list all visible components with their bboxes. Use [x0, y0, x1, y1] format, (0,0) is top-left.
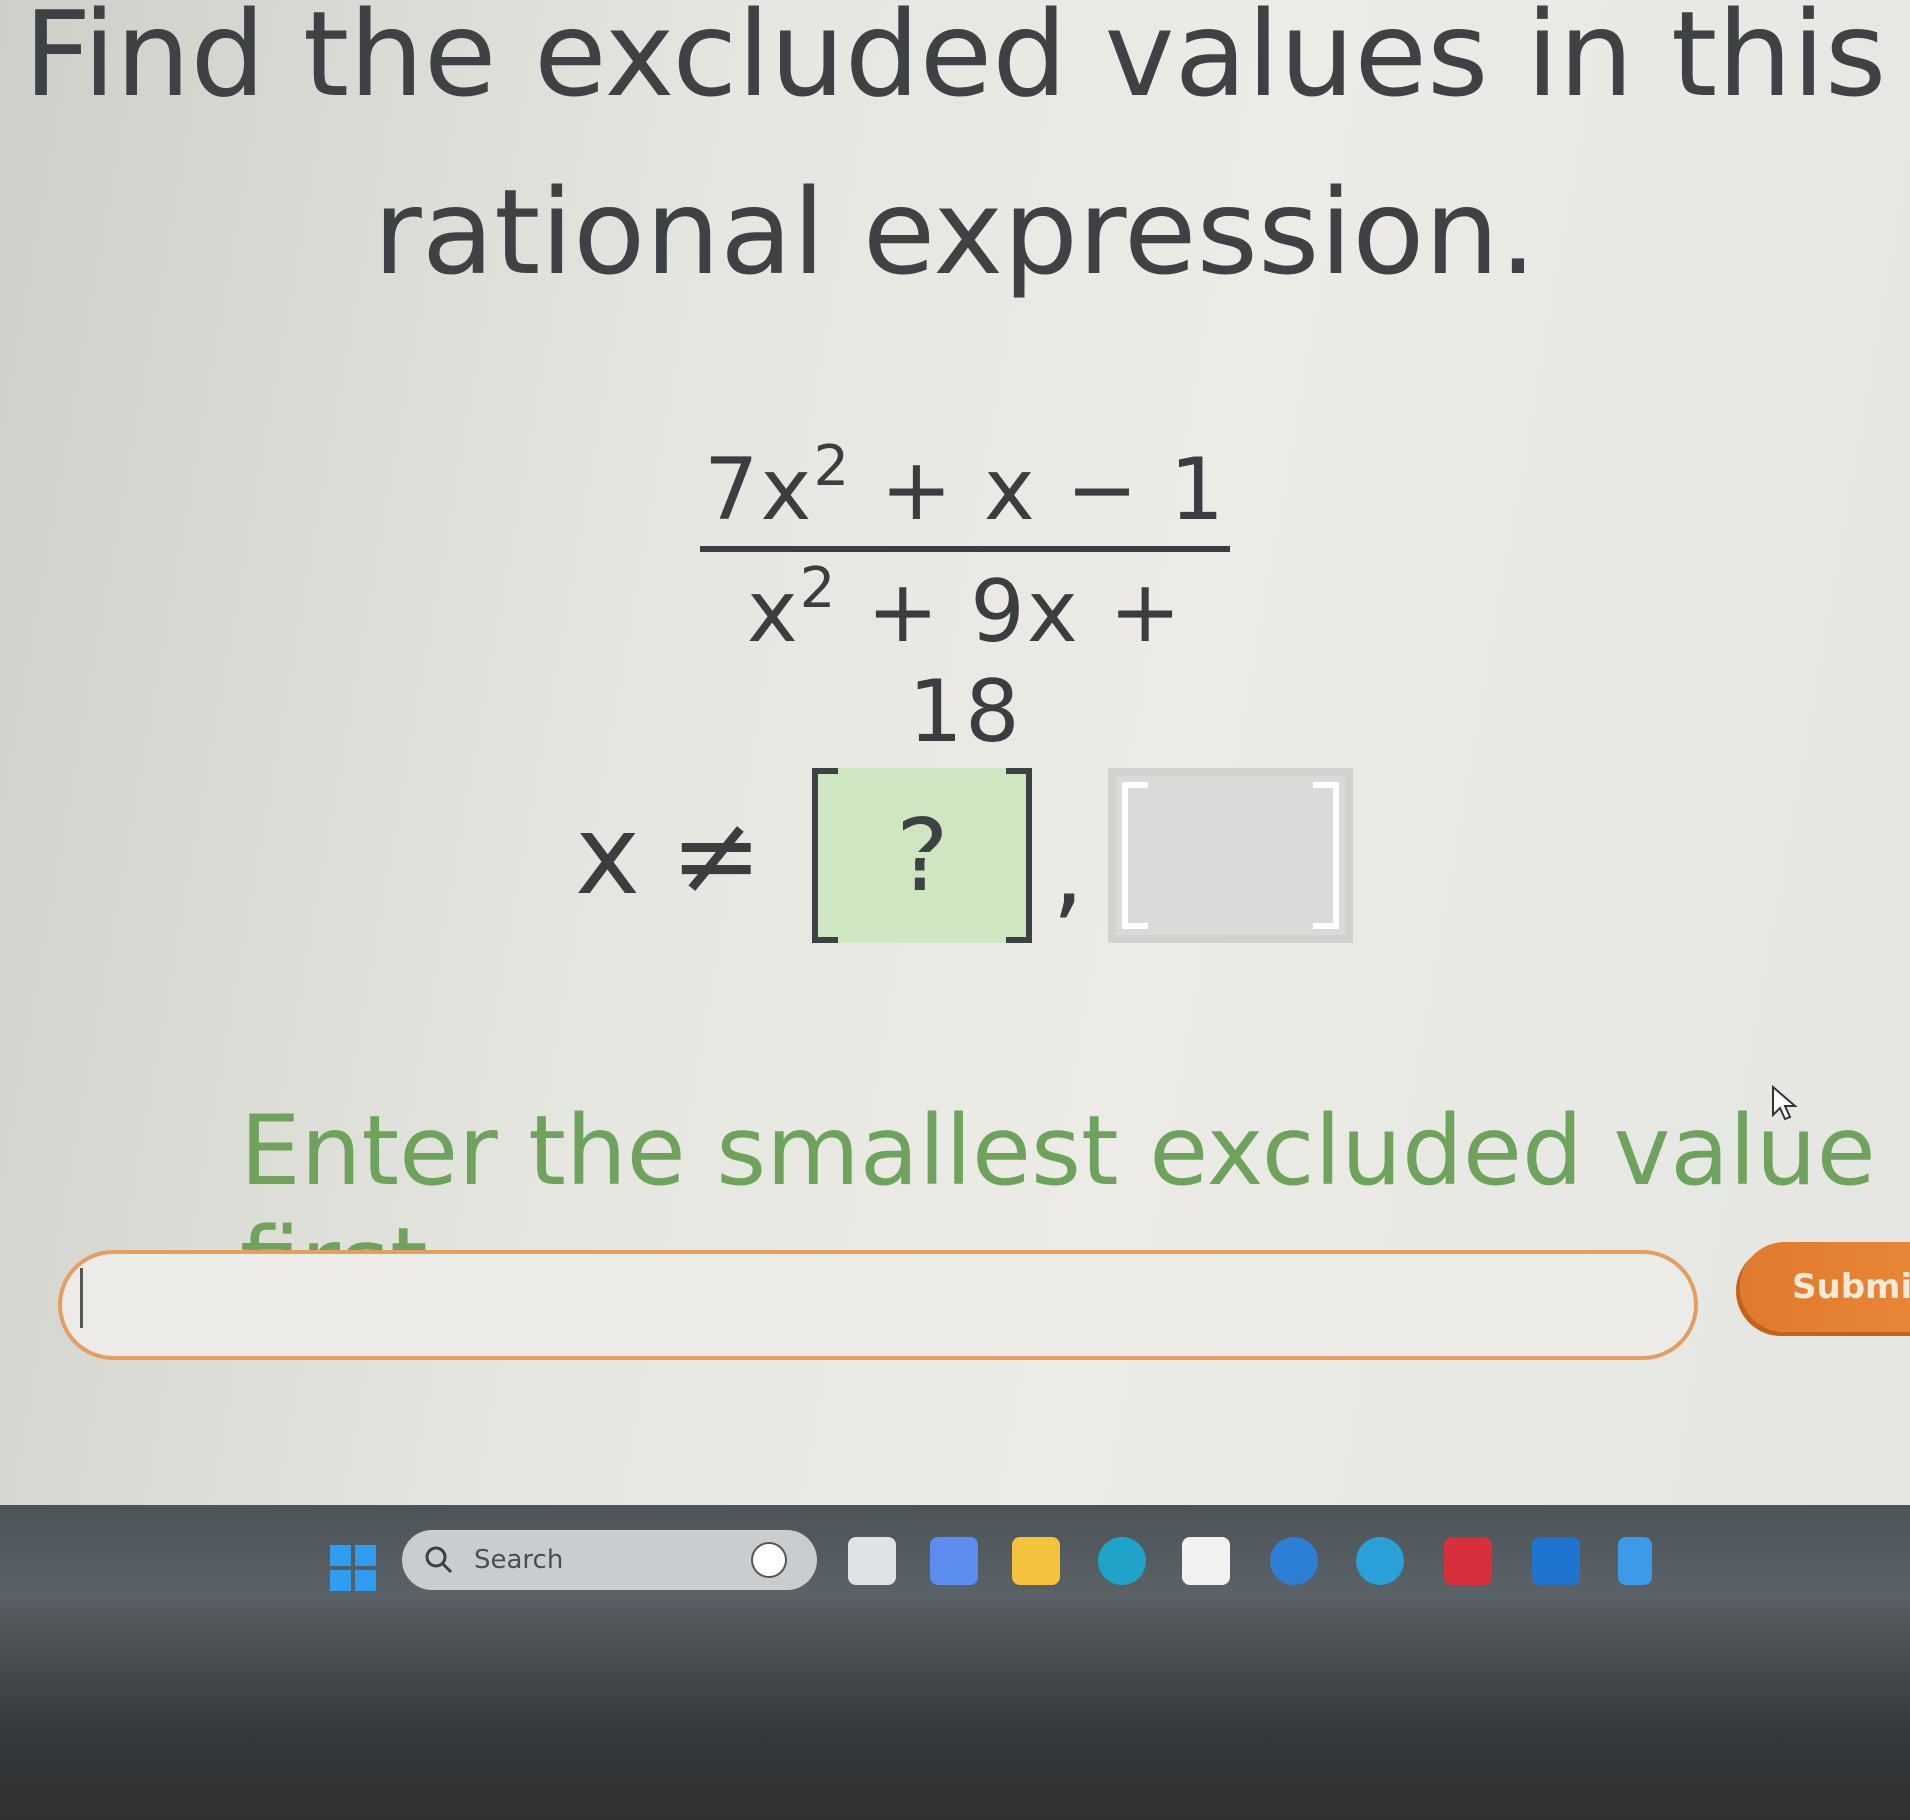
denominator-exponent: 2 — [799, 556, 838, 621]
copilot-icon[interactable] — [930, 1537, 978, 1585]
bracket-tick — [1006, 936, 1033, 943]
numerator-rest: + x − 1 — [851, 440, 1227, 540]
store-icon[interactable] — [1182, 1537, 1230, 1585]
fraction-bar — [700, 546, 1230, 552]
bracket-tick — [812, 767, 839, 774]
denominator-rest: + 9x + 18 — [837, 562, 1184, 762]
laptop-bezel — [0, 1600, 1910, 1820]
bracket-right — [1333, 781, 1340, 929]
start-icon[interactable] — [330, 1545, 376, 1591]
screen: Find the excluded values in this rationa… — [0, 0, 1910, 1505]
soccer-ball-icon — [751, 1542, 787, 1578]
search-icon — [424, 1545, 454, 1575]
bracket-tick — [1313, 922, 1340, 929]
task-view-icon[interactable] — [848, 1537, 896, 1585]
text-caret — [80, 1268, 83, 1328]
answer-slot-1[interactable]: ? — [812, 767, 1033, 943]
denominator: x2 + 9x + 18 — [700, 561, 1230, 763]
file-explorer-icon[interactable] — [1012, 1537, 1060, 1585]
hp-icon[interactable] — [1270, 1537, 1318, 1585]
pen-icon[interactable] — [1618, 1537, 1652, 1585]
bracket-tick — [1122, 781, 1149, 788]
denominator-term: x — [746, 562, 800, 662]
numerator: 7x2 + x − 1 — [700, 439, 1230, 541]
answer-input[interactable] — [58, 1250, 1698, 1360]
answer-row: x ≠ ? , — [575, 760, 1354, 950]
answer-slot-2[interactable] — [1108, 767, 1354, 943]
rational-expression: 7x2 + x − 1 x2 + 9x + 18 — [700, 439, 1230, 763]
mouse-cursor-icon — [1772, 1085, 1798, 1121]
question-title-line1: Find the excluded values in this — [23, 0, 1887, 123]
bracket-tick — [1122, 922, 1149, 929]
numerator-term: 7x — [703, 440, 814, 540]
search-placeholder: Search — [474, 1545, 564, 1575]
bracket-tick — [812, 936, 839, 943]
bracket-tick — [1313, 781, 1340, 788]
question-title: Find the excluded values in this rationa… — [0, 0, 1910, 321]
edge-icon[interactable] — [1098, 1537, 1146, 1585]
question-title-line2: rational expression. — [373, 163, 1537, 301]
slot-1-placeholder: ? — [895, 796, 949, 914]
numerator-exponent: 2 — [813, 434, 852, 499]
bracket-tick — [1006, 767, 1033, 774]
outlook-icon[interactable] — [1532, 1537, 1580, 1585]
taskbar-search-box[interactable]: Search — [402, 1530, 817, 1590]
answer-separator: , — [1052, 813, 1085, 930]
answer-variable: x — [575, 791, 641, 919]
help-icon[interactable] — [1356, 1537, 1404, 1585]
submit-button[interactable]: Submit — [1740, 1242, 1910, 1332]
bracket-left — [1122, 781, 1129, 929]
mcafee-icon[interactable] — [1444, 1537, 1492, 1585]
not-equal-sign: ≠ — [670, 791, 763, 919]
